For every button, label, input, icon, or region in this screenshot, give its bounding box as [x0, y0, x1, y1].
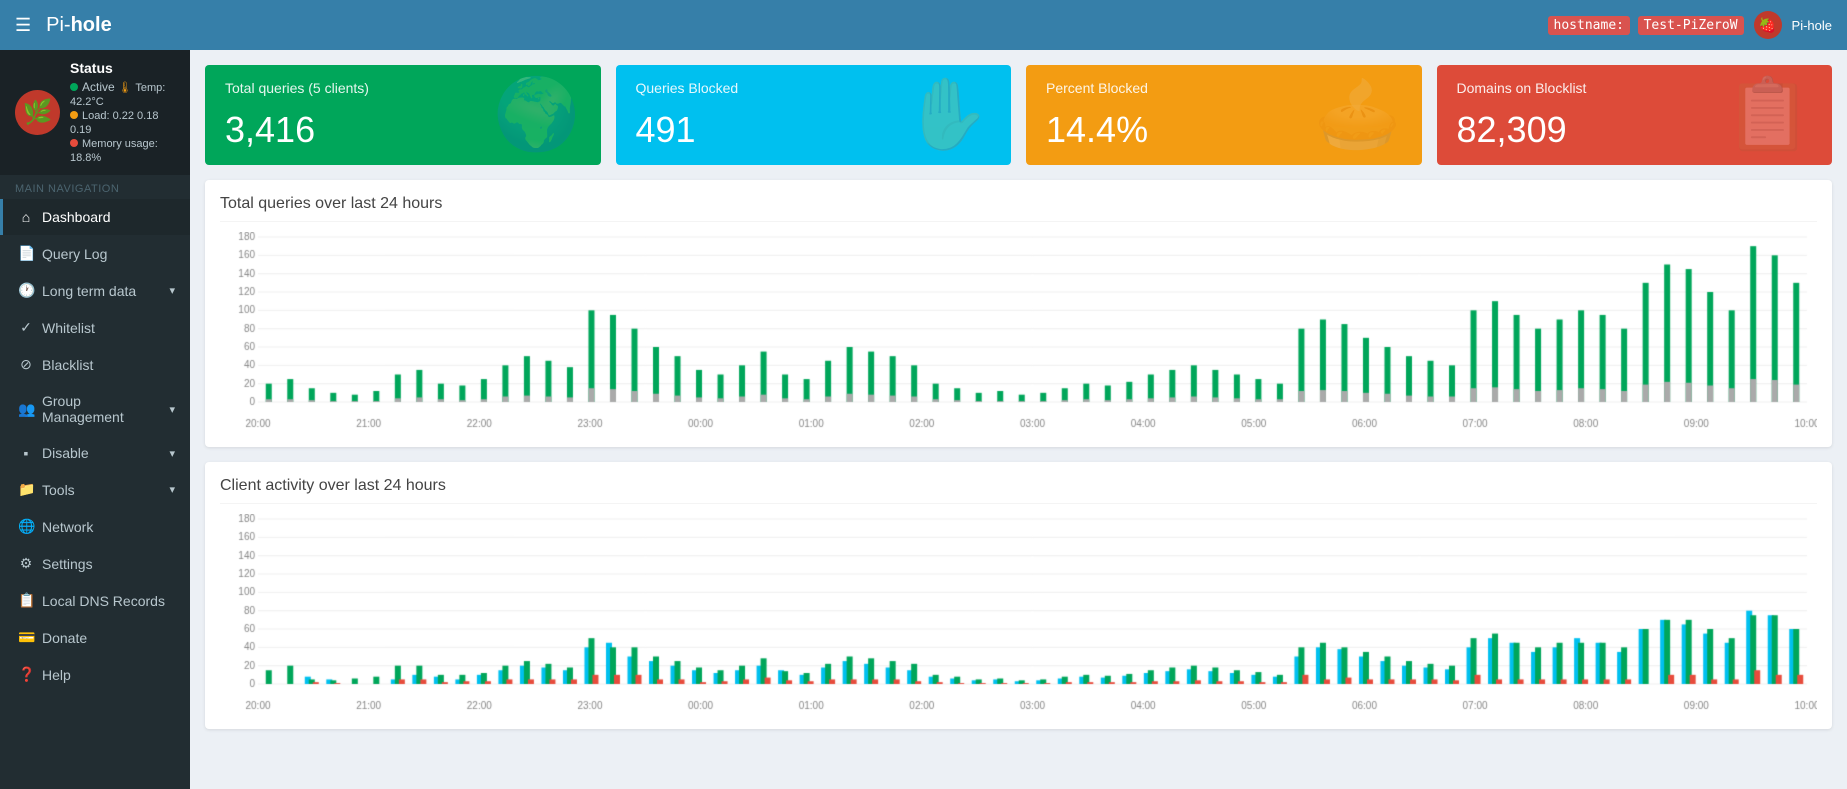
- memory-value: Memory usage: 18.8%: [70, 138, 158, 164]
- sidebar-item-disable[interactable]: ▪ Disable ▾: [0, 435, 190, 471]
- load-dot: [70, 111, 78, 119]
- sidebar-label-blacklist: Blacklist: [42, 357, 93, 373]
- sidebar-label-disable: Disable: [42, 445, 89, 461]
- queries-chart-title: Total queries over last 24 hours: [220, 195, 1817, 222]
- gear-icon: ⚙: [18, 555, 34, 572]
- client-chart-canvas: [220, 514, 1817, 714]
- status-active: Active: [82, 80, 115, 94]
- queries-chart-canvas: [220, 232, 1817, 432]
- sidebar-item-query-log[interactable]: 📄 Query Log: [0, 235, 190, 272]
- pihole-label: Pi-hole: [1792, 18, 1832, 33]
- sidebar-item-settings[interactable]: ⚙ Settings: [0, 545, 190, 582]
- brand-prefix: Pi-: [46, 14, 70, 36]
- help-icon: ❓: [18, 666, 34, 683]
- clock-icon: 🕐: [18, 282, 34, 299]
- sidebar-item-network[interactable]: 🌐 Network: [0, 508, 190, 545]
- stat-cards: Total queries (5 clients) 3,416 🌍 Querie…: [205, 65, 1832, 165]
- network-icon: 🌐: [18, 518, 34, 535]
- ban-icon: ⊘: [18, 356, 34, 373]
- list-icon: 📋: [1725, 74, 1812, 156]
- sidebar-avatar: 🌿: [15, 90, 60, 135]
- file-icon: 📄: [18, 245, 34, 262]
- client-chart-title: Client activity over last 24 hours: [220, 477, 1817, 504]
- main-layout: 🌿 Status Active 🌡 Temp: 42.2°C Load: 0.2…: [0, 50, 1847, 789]
- donate-icon: 💳: [18, 629, 34, 646]
- sidebar-label-group: Group Management: [42, 393, 161, 425]
- sidebar-item-long-term-data[interactable]: 🕐 Long term data ▾: [0, 272, 190, 309]
- square-icon: ▪: [18, 445, 34, 461]
- sidebar-toggle[interactable]: ☰: [15, 15, 31, 36]
- queries-chart-panel: Total queries over last 24 hours: [205, 180, 1832, 447]
- sidebar-label-local-dns: Local DNS Records: [42, 593, 165, 609]
- hostname-value: Test-PiZeroW: [1638, 16, 1744, 35]
- sidebar-item-whitelist[interactable]: ✓ Whitelist: [0, 309, 190, 346]
- client-chart-panel: Client activity over last 24 hours: [205, 462, 1832, 729]
- main-content: Total queries (5 clients) 3,416 🌍 Querie…: [190, 50, 1847, 789]
- stat-card-total-queries: Total queries (5 clients) 3,416 🌍: [205, 65, 601, 165]
- sidebar-label-donate: Donate: [42, 630, 87, 646]
- dns-icon: 📋: [18, 592, 34, 609]
- stat-card-queries-blocked: Queries Blocked 491 ✋: [616, 65, 1012, 165]
- pie-chart-icon: 🥧: [1314, 74, 1401, 156]
- chevron-down-icon: ▾: [169, 284, 175, 297]
- sidebar-user-info: Status Active 🌡 Temp: 42.2°C Load: 0.22 …: [70, 60, 175, 164]
- sidebar-label-query-log: Query Log: [42, 246, 107, 262]
- chevron-down-icon-tools: ▾: [169, 483, 175, 496]
- sidebar-item-tools[interactable]: 📁 Tools ▾: [0, 471, 190, 508]
- hostname-label: hostname: Test-PiZeroW: [1548, 17, 1744, 33]
- brand-logo[interactable]: Pi-hole: [46, 14, 112, 37]
- nav-section-label: MAIN NAVIGATION: [0, 175, 190, 199]
- sidebar-status-title: Status: [70, 60, 175, 76]
- check-icon: ✓: [18, 319, 34, 336]
- folder-icon: 📁: [18, 481, 34, 498]
- sidebar-label-long-term: Long term data: [42, 283, 136, 299]
- sidebar-label-dashboard: Dashboard: [42, 209, 111, 225]
- pi-avatar: 🍓: [1754, 11, 1782, 39]
- topbar-right: hostname: Test-PiZeroW 🍓 Pi-hole: [1548, 11, 1832, 39]
- sidebar-item-dashboard[interactable]: ⌂ Dashboard: [0, 199, 190, 235]
- load-value: Load: 0.22 0.18 0.19: [70, 110, 158, 136]
- sidebar: 🌿 Status Active 🌡 Temp: 42.2°C Load: 0.2…: [0, 50, 190, 789]
- sidebar-user-block: 🌿 Status Active 🌡 Temp: 42.2°C Load: 0.2…: [0, 50, 190, 175]
- client-chart-container: [220, 514, 1817, 714]
- temp-icon: 🌡: [118, 82, 132, 94]
- sidebar-item-help[interactable]: ❓ Help: [0, 656, 190, 693]
- active-dot: [70, 83, 78, 91]
- sidebar-item-donate[interactable]: 💳 Donate: [0, 619, 190, 656]
- sidebar-user-status: Active 🌡 Temp: 42.2°C Load: 0.22 0.18 0.…: [70, 80, 175, 164]
- stat-card-domains-blocklist: Domains on Blocklist 82,309 📋: [1437, 65, 1833, 165]
- chevron-down-icon-disable: ▾: [169, 447, 175, 460]
- sidebar-label-settings: Settings: [42, 556, 93, 572]
- home-icon: ⌂: [18, 209, 34, 225]
- hand-icon: ✋: [904, 74, 991, 156]
- sidebar-item-blacklist[interactable]: ⊘ Blacklist: [0, 346, 190, 383]
- users-icon: 👥: [18, 401, 34, 418]
- sidebar-label-tools: Tools: [42, 482, 75, 498]
- sidebar-label-network: Network: [42, 519, 93, 535]
- chevron-down-icon-group: ▾: [169, 403, 175, 416]
- memory-dot: [70, 139, 78, 147]
- sidebar-label-help: Help: [42, 667, 71, 683]
- brand-suffix: hole: [71, 14, 112, 36]
- sidebar-item-group-management[interactable]: 👥 Group Management ▾: [0, 383, 190, 435]
- queries-chart-container: [220, 232, 1817, 432]
- sidebar-item-local-dns[interactable]: 📋 Local DNS Records: [0, 582, 190, 619]
- topbar: ☰ Pi-hole hostname: Test-PiZeroW 🍓 Pi-ho…: [0, 0, 1847, 50]
- stat-card-percent-blocked: Percent Blocked 14.4% 🥧: [1026, 65, 1422, 165]
- globe-icon: 🌍: [493, 74, 580, 156]
- sidebar-label-whitelist: Whitelist: [42, 320, 95, 336]
